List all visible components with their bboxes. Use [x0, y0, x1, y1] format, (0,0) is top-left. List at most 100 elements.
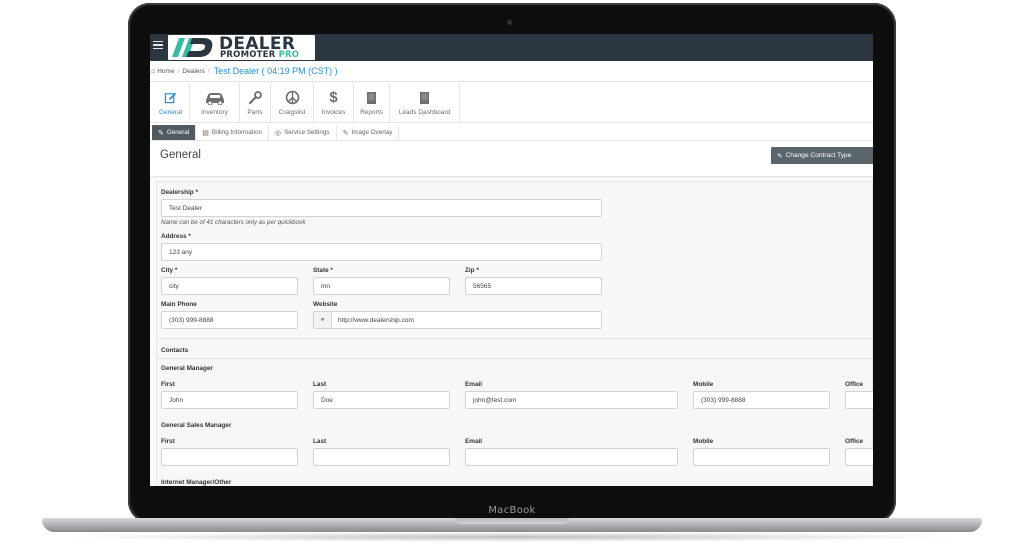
module-tab-reports[interactable]: Reports	[354, 82, 390, 122]
gm-mobile-field[interactable]: (303) 999-8888	[693, 391, 830, 409]
book-icon	[366, 89, 377, 106]
change-contract-type-label: Change Contract Type	[785, 152, 852, 159]
gm-last-field[interactable]: Doe	[313, 391, 450, 409]
general-manager-heading: General Manager	[161, 365, 213, 372]
state-field[interactable]: mn	[313, 277, 450, 295]
sub-tabs: ✎ General ▤ Billing Information ◎ Servic…	[150, 123, 873, 141]
breadcrumb-current: Test Dealer ( 04:19 PM (CST) )	[213, 66, 338, 76]
pencil-icon: ✎	[158, 129, 164, 137]
subtab-label: General	[166, 129, 190, 136]
subtab-label: Billing Information	[211, 129, 262, 136]
subtab-billing-information[interactable]: ▤ Billing Information	[196, 125, 269, 140]
main-phone-field[interactable]: (303) 999-8888	[161, 311, 298, 329]
logo-text-promoter-word: PROMOTER	[220, 50, 276, 60]
app-screen: DEALER PROMOTER PRO ⌂ Home / Dealers / T…	[150, 34, 873, 486]
page-title: General	[160, 149, 201, 161]
breadcrumb: ⌂ Home / Dealers / Test Dealer ( 04:19 P…	[150, 61, 873, 81]
breadcrumb-separator: /	[207, 67, 210, 75]
subtab-label: Image Overlay	[351, 129, 393, 136]
hamburger-menu-icon[interactable]	[152, 39, 164, 51]
main-phone-label: Main Phone	[161, 301, 197, 308]
subtab-service-settings[interactable]: ◎ Service Settings	[269, 125, 337, 140]
module-tab-invoices[interactable]: $ Invoices	[314, 82, 354, 122]
gm-office-label: Office	[845, 381, 864, 388]
logo-mark-icon	[172, 38, 213, 57]
subtab-image-overlay[interactable]: ✎ Image Overlay	[337, 125, 400, 140]
link-icon: ⚭	[314, 312, 332, 328]
gsm-last-label: Last	[313, 438, 327, 445]
car-icon	[204, 89, 226, 106]
card-icon: ▤	[202, 129, 209, 137]
gsm-first-field[interactable]	[161, 448, 298, 466]
contacts-heading: Contacts	[161, 347, 189, 354]
pencil-icon: ✎	[342, 129, 349, 137]
home-icon: ⌂	[151, 67, 156, 75]
gm-email-label: Email	[465, 381, 483, 388]
top-bar: DEALER PROMOTER PRO	[150, 34, 873, 61]
address-field[interactable]: 123 any	[161, 243, 602, 261]
laptop-notch	[455, 518, 569, 524]
pencil-icon: ✎	[777, 152, 783, 160]
dealership-field[interactable]: Test Dealer	[161, 199, 602, 217]
zip-label: Zip *	[465, 267, 479, 274]
module-tab-label: Invoices	[321, 109, 346, 116]
module-tab-label: General	[158, 109, 183, 116]
camera-dot	[507, 20, 512, 25]
website-value: http://www.dealership.com	[338, 316, 414, 324]
gsm-first-label: First	[161, 438, 175, 445]
subtab-general[interactable]: ✎ General	[152, 125, 197, 140]
change-contract-type-button[interactable]: ✎ Change Contract Type	[771, 147, 873, 164]
section-divider	[157, 358, 872, 359]
module-tab-craigslist[interactable]: Craigslist	[271, 82, 314, 122]
gsm-mobile-field[interactable]	[693, 448, 830, 466]
logo-text-pro: PRO	[278, 50, 300, 60]
module-tab-general[interactable]: General	[152, 82, 190, 122]
breadcrumb-dealers[interactable]: Dealers	[182, 68, 204, 75]
edit-icon	[164, 89, 177, 106]
website-label: Website	[313, 301, 338, 308]
internet-manager-heading: Internet Manager/Other	[161, 479, 232, 486]
wrench-icon	[248, 89, 262, 106]
website-field[interactable]: ⚭ http://www.dealership.com	[313, 311, 602, 329]
gm-first-field[interactable]: John	[161, 391, 298, 409]
address-label: Address *	[161, 233, 191, 240]
gm-office-field[interactable]	[845, 391, 873, 409]
globe-icon: ◎	[274, 129, 282, 137]
dealership-label: Dealership *	[161, 189, 198, 196]
module-tab-label: Reports	[360, 109, 383, 116]
device-brand-label: MacBook	[488, 505, 536, 516]
gm-last-label: Last	[313, 381, 327, 388]
module-tab-inventory[interactable]: Inventory	[190, 82, 240, 122]
gsm-email-label: Email	[465, 438, 483, 445]
gsm-email-field[interactable]	[465, 448, 678, 466]
peace-icon	[285, 89, 300, 106]
form-area: Dealership * Test Dealer Name can be of …	[150, 177, 873, 486]
dealership-hint: Name can be of 41 characters only as per…	[161, 219, 306, 226]
gm-first-label: First	[161, 381, 175, 388]
page-header: General ✎ Change Contract Type	[150, 141, 873, 177]
zip-field[interactable]: 56565	[465, 277, 602, 295]
module-tab-label: Inventory	[201, 109, 228, 116]
gsm-last-field[interactable]	[313, 448, 450, 466]
subtab-label: Service Settings	[284, 129, 330, 136]
dollar-icon: $	[329, 89, 338, 106]
module-tab-label: Craigslist	[278, 109, 306, 116]
module-tab-leads-dashboard[interactable]: Leads Dashboard	[390, 82, 460, 122]
module-nav: General Inventory Parts Craigslist $ Inv…	[150, 81, 873, 123]
general-sales-manager-heading: General Sales Manager	[161, 422, 232, 429]
state-label: State *	[313, 267, 333, 274]
breadcrumb-home[interactable]: Home	[157, 68, 174, 75]
breadcrumb-separator: /	[177, 67, 180, 75]
gsm-office-field[interactable]	[845, 448, 873, 466]
app-logo[interactable]: DEALER PROMOTER PRO	[168, 34, 315, 60]
module-tab-label: Leads Dashboard	[398, 109, 451, 116]
gsm-office-label: Office	[845, 438, 864, 445]
module-tab-label: Parts	[247, 109, 263, 116]
book-icon	[419, 89, 430, 106]
logo-text-promoter: PROMOTER PRO	[220, 50, 299, 60]
module-tab-parts[interactable]: Parts	[240, 82, 271, 122]
gm-mobile-label: Mobile	[693, 381, 714, 388]
gm-email-field[interactable]: john@test.com	[465, 391, 678, 409]
city-field[interactable]: city	[161, 277, 298, 295]
section-divider	[157, 338, 872, 339]
